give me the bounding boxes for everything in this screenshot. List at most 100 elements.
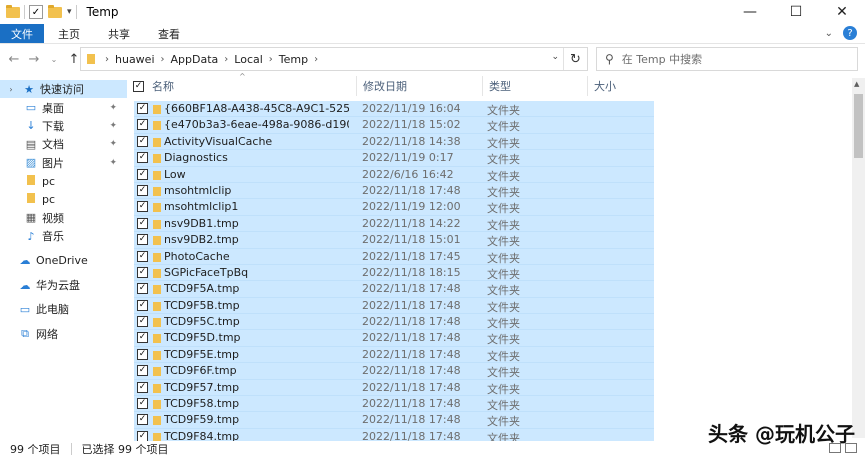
row-checkbox[interactable]: ✓	[137, 398, 148, 410]
file-row[interactable]: ✓ nsv9DB1.tmp 2022/11/18 14:22 文件夹	[134, 215, 654, 233]
sidebar-item-label: 下载	[42, 119, 64, 133]
file-row[interactable]: ✓ {e470b3a3-6eae-498a-9086-d190ad373... 20…	[134, 117, 654, 134]
help-icon[interactable]: ?	[843, 26, 857, 40]
file-date: 2022/11/19 16:04	[362, 102, 461, 115]
row-checkbox[interactable]: ✓	[137, 299, 148, 311]
sidebar-item-network[interactable]: ⧉ 网络	[0, 325, 127, 343]
tab-home[interactable]: 主页	[44, 24, 94, 43]
properties-icon[interactable]: ✓	[29, 5, 43, 19]
row-checkbox[interactable]: ✓	[137, 266, 148, 278]
sidebar-item-label: 快速访问	[40, 83, 84, 97]
sidebar-item-pc-2[interactable]: pc	[0, 190, 127, 208]
file-row[interactable]: ✓ SGPicFaceTpBq 2022/11/18 18:15 文件夹	[134, 264, 654, 282]
chevron-right-icon[interactable]: ›	[4, 85, 18, 94]
file-row[interactable]: ✓ TCD9F6F.tmp 2022/11/18 17:48 文件夹	[134, 363, 654, 380]
row-checkbox[interactable]: ✓	[137, 201, 148, 213]
sidebar-item-videos[interactable]: ▦ 视频	[0, 209, 127, 227]
file-row[interactable]: ✓ msohtmlclip1 2022/11/19 12:00 文件夹	[134, 199, 654, 216]
row-checkbox[interactable]: ✓	[137, 250, 148, 262]
address-bar[interactable]: › huawei › AppData › Local › Temp › ⌄ ↻	[80, 47, 588, 71]
cloud-icon: ☁	[19, 278, 31, 292]
expand-ribbon-icon[interactable]: ⌄	[825, 28, 833, 39]
select-all-checkbox[interactable]: ✓	[133, 80, 144, 92]
sidebar-item-desktop[interactable]: ▭ 桌面 ✦	[0, 98, 127, 116]
row-checkbox[interactable]: ✓	[137, 234, 148, 246]
sidebar-item-music[interactable]: ♪ 音乐	[0, 227, 127, 245]
sidebar-item-this-pc[interactable]: ▭ 此电脑	[0, 300, 127, 318]
customize-toolbar-icon[interactable]: ▾	[67, 7, 72, 17]
row-checkbox[interactable]: ✓	[137, 365, 148, 377]
file-row[interactable]: ✓ TCD9F58.tmp 2022/11/18 17:48 文件夹	[134, 396, 654, 413]
tab-view[interactable]: 查看	[144, 24, 194, 43]
row-checkbox[interactable]: ✓	[137, 414, 148, 426]
sidebar-item-quick-access[interactable]: › ★ 快速访问	[0, 80, 127, 99]
row-checkbox[interactable]: ✓	[137, 332, 148, 344]
scrollbar-thumb[interactable]	[854, 94, 863, 158]
file-row[interactable]: ✓ TCD9F5E.tmp 2022/11/18 17:48 文件夹	[134, 346, 654, 364]
column-name-label: 名称	[152, 80, 174, 93]
row-checkbox[interactable]: ✓	[137, 217, 148, 229]
breadcrumb-temp[interactable]: Temp	[279, 53, 308, 66]
folder-icon	[153, 301, 161, 311]
new-folder-icon[interactable]	[48, 4, 62, 18]
file-row[interactable]: ✓ Diagnostics 2022/11/19 0:17 文件夹	[134, 150, 654, 167]
row-checkbox[interactable]: ✓	[137, 135, 148, 147]
breadcrumb-huawei[interactable]: huawei	[115, 53, 155, 66]
file-row[interactable]: ✓ nsv9DB2.tmp 2022/11/18 15:01 文件夹	[134, 232, 654, 249]
row-checkbox[interactable]: ✓	[137, 168, 148, 180]
chevron-right-icon[interactable]: ›	[314, 54, 318, 65]
folder-icon	[153, 400, 161, 410]
back-icon[interactable]: ←	[4, 52, 24, 67]
file-row[interactable]: ✓ Low 2022/6/16 16:42 文件夹	[134, 166, 654, 183]
file-row[interactable]: ✓ TCD9F5D.tmp 2022/11/18 17:48 文件夹	[134, 330, 654, 347]
row-checkbox[interactable]: ✓	[137, 283, 148, 295]
forward-icon[interactable]: →	[24, 52, 44, 67]
column-name[interactable]: ✓ 名称	[127, 76, 357, 96]
file-row[interactable]: ✓ TCD9F57.tmp 2022/11/18 17:48 文件夹	[134, 379, 654, 397]
maximize-button[interactable]: ☐	[773, 0, 819, 24]
refresh-icon[interactable]: ↻	[563, 48, 587, 70]
sidebar-item-label: 华为云盘	[36, 279, 80, 293]
column-date[interactable]: 修改日期	[357, 76, 483, 96]
chevron-right-icon[interactable]: ›	[269, 54, 273, 65]
file-row[interactable]: ✓ ActivityVisualCache 2022/11/18 14:38 文件夹	[134, 133, 654, 151]
file-row[interactable]: ✓ TCD9F59.tmp 2022/11/18 17:48 文件夹	[134, 412, 654, 429]
file-type: 文件夹	[487, 251, 520, 265]
sidebar-item-onedrive[interactable]: ☁ OneDrive	[0, 252, 127, 270]
vertical-scrollbar[interactable]: ▲	[852, 78, 865, 438]
star-icon: ★	[24, 82, 34, 96]
sidebar-item-huawei-cloud[interactable]: ☁ 华为云盘	[0, 276, 127, 294]
sidebar-item-pc[interactable]: pc	[0, 172, 127, 190]
chevron-right-icon[interactable]: ›	[161, 54, 165, 65]
sidebar-item-pictures[interactable]: ▨ 图片 ✦	[0, 154, 127, 172]
file-row[interactable]: ✓ msohtmlclip 2022/11/18 17:48 文件夹	[134, 182, 654, 200]
column-type[interactable]: 类型	[483, 76, 588, 96]
search-input[interactable]: ⚲ 在 Temp 中搜索	[596, 47, 858, 71]
sidebar-item-documents[interactable]: ▤ 文档 ✦	[0, 135, 127, 153]
breadcrumb-appdata[interactable]: AppData	[171, 53, 219, 66]
row-checkbox[interactable]: ✓	[137, 316, 148, 328]
row-checkbox[interactable]: ✓	[137, 103, 148, 114]
breadcrumb-local[interactable]: Local	[234, 53, 263, 66]
column-size[interactable]: 大小	[588, 76, 678, 96]
file-row[interactable]: ✓ TCD9F5A.tmp 2022/11/18 17:48 文件夹	[134, 281, 654, 298]
row-checkbox[interactable]: ✓	[137, 119, 148, 131]
chevron-down-icon[interactable]: ⌄	[551, 52, 559, 62]
tab-file[interactable]: 文件	[0, 24, 44, 43]
scroll-up-icon[interactable]: ▲	[854, 80, 859, 88]
recent-locations-icon[interactable]: ⌄	[44, 55, 64, 64]
row-checkbox[interactable]: ✓	[137, 348, 148, 360]
row-checkbox[interactable]: ✓	[137, 152, 148, 164]
chevron-right-icon[interactable]: ›	[105, 54, 109, 65]
row-checkbox[interactable]: ✓	[137, 184, 148, 196]
sidebar-item-downloads[interactable]: ↓ 下载 ✦	[0, 117, 127, 135]
chevron-right-icon[interactable]: ›	[224, 54, 228, 65]
file-row[interactable]: ✓ TCD9F5B.tmp 2022/11/18 17:48 文件夹	[134, 297, 654, 315]
minimize-button[interactable]: —	[727, 0, 773, 24]
file-row[interactable]: ✓ {660BF1A8-A438-45C8-A9C1-525B9281... 202…	[134, 101, 654, 118]
file-row[interactable]: ✓ TCD9F5C.tmp 2022/11/18 17:48 文件夹	[134, 314, 654, 331]
tab-share[interactable]: 共享	[94, 24, 144, 43]
row-checkbox[interactable]: ✓	[137, 381, 148, 393]
file-row[interactable]: ✓ PhotoCache 2022/11/18 17:45 文件夹	[134, 248, 654, 265]
close-button[interactable]: ✕	[819, 0, 865, 24]
